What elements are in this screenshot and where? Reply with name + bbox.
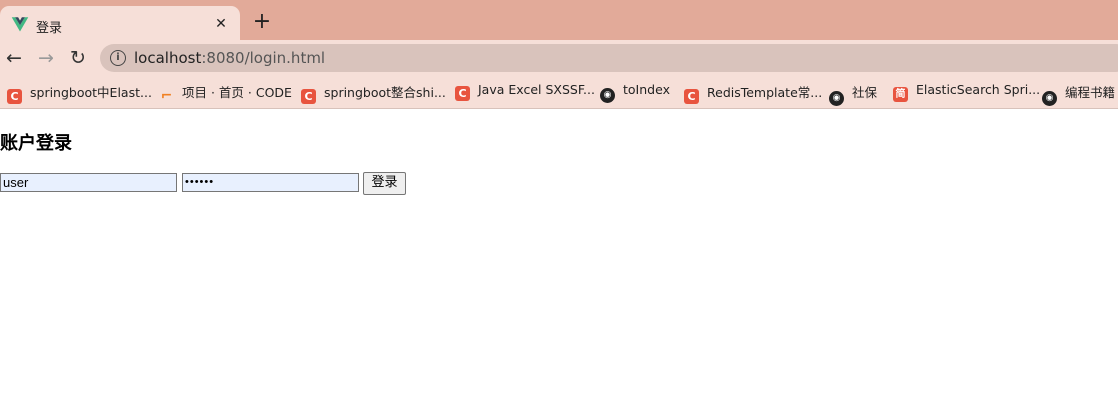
bookmark-item[interactable]: ◉ 社保 bbox=[829, 82, 878, 106]
vue-logo-icon bbox=[11, 17, 29, 32]
new-tab-icon[interactable]: + bbox=[250, 11, 274, 35]
bookmark-item[interactable]: C Java Excel SXSSF... bbox=[455, 82, 595, 102]
bookmark-label: springboot中Elast... bbox=[30, 85, 152, 100]
bookmark-label: 社保 bbox=[852, 85, 878, 100]
bookmark-item[interactable]: Cspringboot中Elast... bbox=[7, 82, 152, 104]
tab-title: 登录 bbox=[36, 21, 63, 36]
back-arrow-icon[interactable]: ← bbox=[2, 46, 26, 70]
url-text[interactable]: localhost:8080/login.html bbox=[134, 49, 325, 67]
browser-toolbar: ← → ↻ i localhost:8080/login.html bbox=[0, 40, 1118, 75]
code-icon: ⌐ bbox=[160, 88, 173, 104]
address-bar[interactable]: i localhost:8080/login.html bbox=[100, 44, 1118, 72]
bookmark-item[interactable]: ◉ toIndex bbox=[600, 82, 670, 103]
bookmark-label: toIndex bbox=[623, 82, 670, 97]
close-icon[interactable]: ✕ bbox=[210, 13, 232, 35]
forward-arrow-icon[interactable]: → bbox=[34, 46, 58, 70]
globe-icon: ◉ bbox=[829, 91, 844, 106]
globe-icon: ◉ bbox=[600, 88, 615, 103]
bookmark-label: RedisTemplate常... bbox=[707, 85, 823, 100]
url-host: localhost bbox=[134, 49, 202, 67]
csdn-icon: C bbox=[455, 86, 470, 101]
bookmark-label: 编程书籍 bbox=[1065, 85, 1116, 100]
csdn-icon: C bbox=[301, 89, 316, 104]
bookmark-label: 项目 · 首页 · CODE bbox=[182, 85, 292, 100]
bookmark-item[interactable]: Cspringboot整合shi... bbox=[301, 82, 446, 104]
tab-strip: 登录 ✕ + bbox=[0, 0, 1118, 45]
bookmark-item[interactable]: C RedisTemplate常... bbox=[684, 82, 823, 104]
jianshu-icon: 简 bbox=[893, 87, 908, 102]
info-icon[interactable]: i bbox=[110, 50, 126, 66]
csdn-icon: C bbox=[684, 89, 699, 104]
github-icon: ◉ bbox=[1042, 91, 1057, 106]
username-input[interactable]: user bbox=[0, 173, 177, 192]
reload-icon[interactable]: ↻ bbox=[66, 46, 90, 70]
page-content: 账户登录 user •••••• 登录 bbox=[0, 109, 1118, 413]
bookmark-item[interactable]: ◉ 编程书籍 bbox=[1042, 82, 1116, 106]
page-title: 账户登录 bbox=[0, 133, 72, 154]
password-input[interactable]: •••••• bbox=[182, 173, 359, 192]
bookmarks-bar: Cspringboot中Elast... ⌐ 项目 · 首页 · CODE Csp… bbox=[0, 75, 1118, 109]
login-button[interactable]: 登录 bbox=[363, 172, 406, 195]
bookmark-label: springboot整合shi... bbox=[324, 85, 446, 100]
bookmark-item[interactable]: 简 ElasticSearch Spri... bbox=[893, 82, 1040, 102]
csdn-icon: C bbox=[7, 89, 22, 104]
bookmark-item[interactable]: ⌐ 项目 · 首页 · CODE bbox=[159, 82, 292, 104]
bookmark-label: ElasticSearch Spri... bbox=[916, 82, 1041, 97]
url-path: :8080/login.html bbox=[201, 49, 326, 67]
bookmark-label: Java Excel SXSSF... bbox=[478, 82, 595, 97]
